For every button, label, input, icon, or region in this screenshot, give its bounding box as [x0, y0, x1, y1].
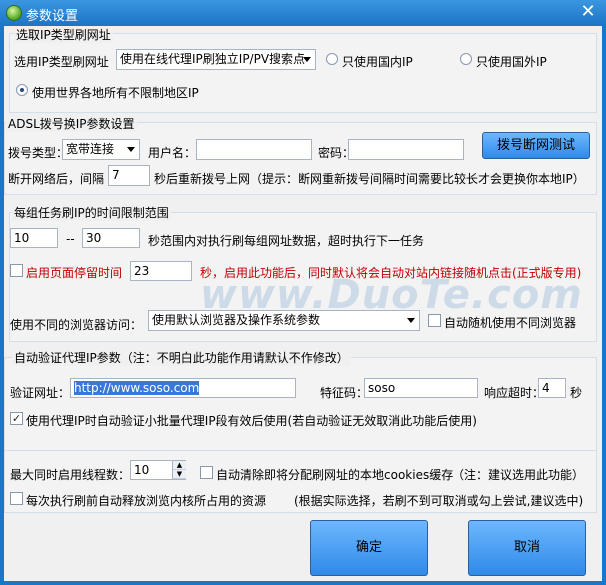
browser-label: 使用不同的浏览器访问： — [10, 318, 143, 332]
username-field[interactable] — [196, 139, 312, 160]
title-bar — [0, 0, 606, 26]
radio-foreign[interactable] — [460, 53, 472, 65]
radio-domestic[interactable] — [326, 53, 338, 65]
feature-code-label: 特征码： — [320, 386, 369, 400]
feature-code-field[interactable]: soso — [364, 378, 478, 398]
app-icon — [6, 5, 22, 21]
time-range-text: 秒范围内对执行刷每组网址数据，超时执行下一任务 — [148, 234, 425, 248]
cancel-button[interactable]: 取消 — [468, 520, 586, 576]
timeout-label: 响应超时： — [484, 386, 545, 400]
password-field[interactable] — [348, 139, 464, 160]
group-verify-proxy — [4, 357, 597, 456]
dial-type-select[interactable]: 宽带连接 — [62, 139, 140, 160]
group-time-limit-title: 每组任务刷IP的时间限制范围 — [12, 204, 171, 221]
radio-domestic-label[interactable]: 只使用国内IP — [342, 53, 413, 70]
dial-type-label: 拨号类型： — [8, 146, 69, 160]
auto-verify-label[interactable]: 使用代理IP时自动验证小批量代理IP段有效后使用(若自动验证无效取消此功能后使用… — [26, 412, 477, 429]
chevron-down-icon[interactable]: ▼ — [173, 470, 186, 479]
chevron-down-icon — [127, 147, 135, 152]
chevron-down-icon — [303, 57, 311, 62]
window-title: 参数设置 — [26, 9, 79, 24]
threads-value: 10 — [134, 463, 150, 477]
clear-cookies-checkbox[interactable] — [200, 466, 213, 479]
disconnect-prefix-label: 断开网络后，间隔 — [8, 172, 105, 186]
release-resources-note: (根据实际选择，若刷不到可取消或勾上尝试,建议选中) — [294, 494, 584, 508]
verify-url-label: 验证网址： — [10, 386, 71, 400]
threads-stepper[interactable]: ▲ ▼ — [172, 461, 186, 479]
group-ip-type-title: 选取IP类型刷网址 — [14, 26, 113, 43]
clear-cookies-note: （注：建议选用此功能） — [452, 468, 585, 482]
auto-verify-checkbox[interactable]: ✓ — [10, 412, 23, 425]
stay-time-field[interactable]: 23 — [130, 261, 192, 281]
stay-time-label[interactable]: 启用页面停留时间 — [26, 264, 122, 281]
chevron-down-icon — [407, 318, 415, 323]
stay-time-checkbox[interactable] — [10, 264, 23, 277]
release-resources-checkbox[interactable] — [10, 492, 23, 505]
watermark: www.DuoTe.com — [200, 272, 583, 318]
radio-all-regions[interactable] — [16, 84, 28, 96]
verify-url-field[interactable]: http://www.soso.com — [70, 378, 296, 398]
ip-type-select[interactable]: 使用在线代理IP刷独立IP/PV搜索点 — [116, 49, 316, 70]
threads-label: 最大同时启用线程数： — [10, 468, 131, 482]
dial-test-button[interactable]: 拨号断网测试 — [482, 132, 590, 159]
ok-button[interactable]: 确定 — [310, 520, 428, 576]
disconnect-suffix-label: 秒后重新拨号上网（提示：断网重新拨号间隔时间需要比较长才会更换你本地IP） — [154, 172, 585, 186]
redial-interval-field[interactable]: 7 — [108, 165, 150, 186]
timeout-field[interactable]: 4 — [538, 378, 566, 398]
time-min-field[interactable]: 10 — [10, 228, 58, 248]
clear-cookies-label[interactable]: 自动清除即将分配刷网址的本地cookies缓存 — [216, 466, 453, 483]
dial-type-select-value: 宽带连接 — [66, 142, 115, 156]
ip-type-label: 选用IP类型刷网址 — [14, 55, 109, 69]
ip-type-select-value: 使用在线代理IP刷独立IP/PV搜索点 — [120, 52, 306, 66]
group-ip-type — [9, 33, 597, 113]
close-icon[interactable]: ✕ — [577, 3, 599, 23]
verify-url-value: http://www.soso.com — [74, 381, 200, 395]
radio-foreign-label[interactable]: 只使用国外IP — [476, 53, 547, 70]
time-max-field[interactable]: 30 — [82, 228, 140, 248]
group-verify-proxy-title: 自动验证代理IP参数（注：不明白此功能作用请默认不作修改） — [12, 349, 351, 366]
username-label: 用户名： — [148, 146, 197, 160]
release-resources-label[interactable]: 每次执行刷前自动释放浏览内核所占用的资源 — [26, 492, 266, 509]
chevron-up-icon[interactable]: ▲ — [173, 461, 186, 470]
radio-all-regions-label[interactable]: 使用世界各地所有不限制地区IP — [32, 84, 199, 101]
timeout-unit: 秒 — [570, 386, 583, 400]
group-adsl-title: ADSL拨号换IP参数设置 — [6, 115, 137, 132]
time-range-dash: -- — [66, 232, 75, 246]
